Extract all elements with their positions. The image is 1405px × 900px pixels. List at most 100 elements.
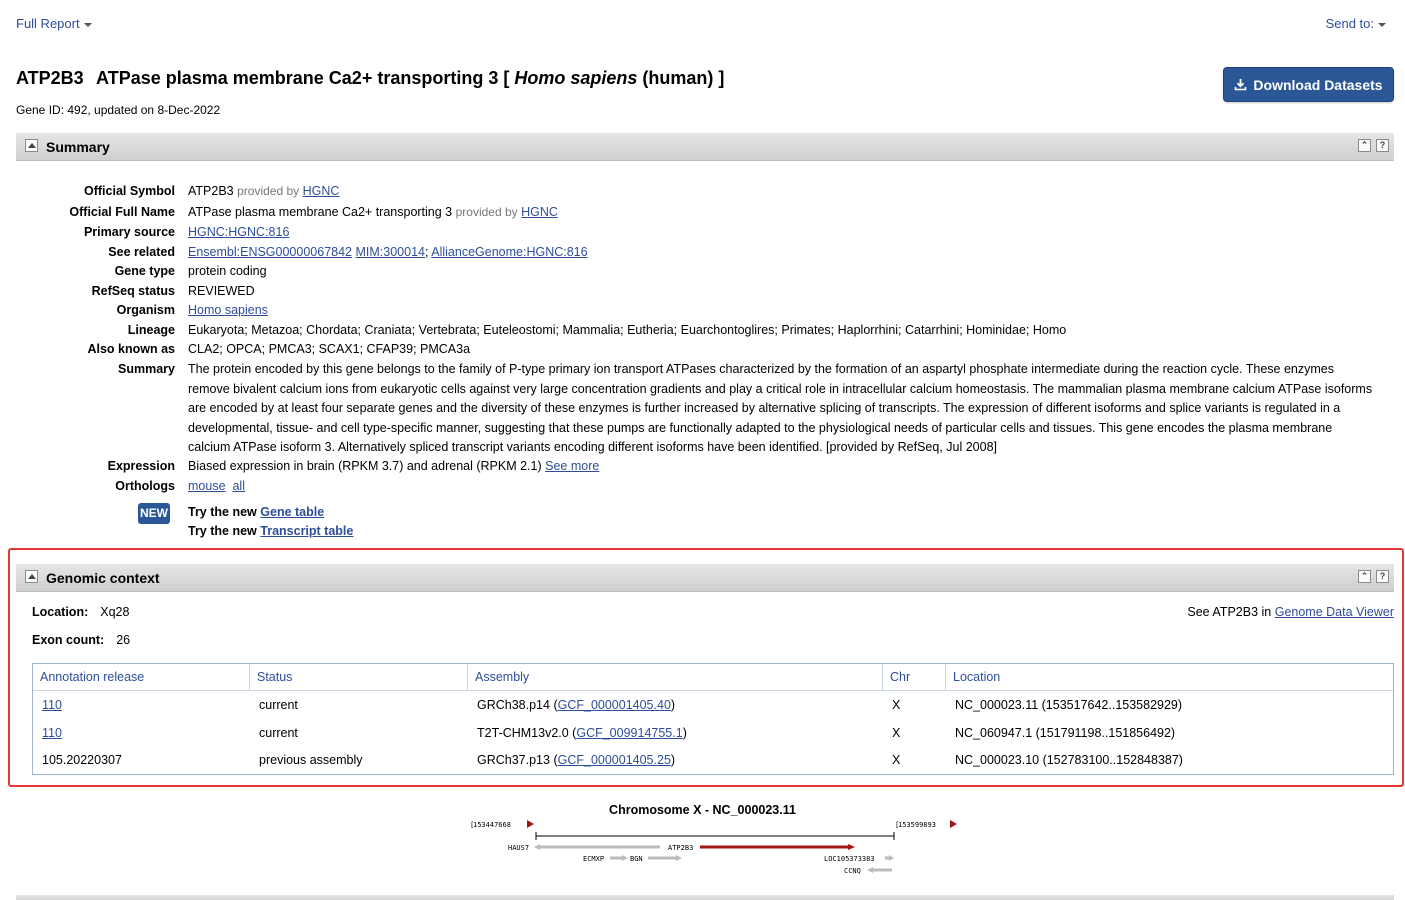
refseq-status-label: RefSeq status <box>91 284 175 298</box>
orthologs-value: mouse all <box>188 479 245 493</box>
header-annotation-release[interactable]: Annotation release <box>33 664 250 691</box>
genomic-context-section-header: Genomic context ⌃ ? <box>16 564 1394 592</box>
gene-arrow-ccnq <box>867 867 873 873</box>
assembly-accession-link[interactable]: GCF_000001405.40 <box>558 698 671 712</box>
exon-count-line: Exon count: 26 <box>32 633 130 647</box>
header-assembly[interactable]: Assembly <box>468 664 883 691</box>
location-cell: NC_000023.10 (152783100..152848387) <box>955 753 1183 767</box>
summary-label: Summary <box>118 362 175 376</box>
official-full-name-label: Official Full Name <box>69 205 175 219</box>
aka-value: CLA2; OPCA; PMCA3; SCAX1; CFAP39; PMCA3a <box>188 342 471 356</box>
see-more-link[interactable]: See more <box>545 459 599 473</box>
assembly-cell: T2T-CHM13v2.0 (GCF_009914755.1) <box>477 726 687 740</box>
collapse-toggle-icon[interactable] <box>25 139 38 152</box>
genome-data-viewer-line: See ATP2B3 in Genome Data Viewer <box>1187 605 1394 619</box>
transcript-table-link[interactable]: Transcript table <box>260 524 353 538</box>
see-related-label: See related <box>108 245 175 259</box>
new-badge: NEW <box>138 503 170 524</box>
provided-by-text: provided by <box>237 184 300 198</box>
chr-cell: X <box>892 753 901 767</box>
page-title: ATP2B3 ATPase plasma membrane Ca2+ trans… <box>16 68 724 89</box>
exon-count-value: 26 <box>116 633 131 647</box>
summary-section-header: Summary ⌃ ? <box>16 133 1394 161</box>
header-chr[interactable]: Chr <box>883 664 946 691</box>
left-arrow-icon[interactable] <box>527 820 534 828</box>
gene-label-bgn: BGN <box>630 855 643 863</box>
summary-text: The protein encoded by this gene belongs… <box>188 362 1373 454</box>
right-coordinate: 153599893 <box>898 821 936 829</box>
primary-source-link[interactable]: HGNC:HGNC:816 <box>188 225 289 239</box>
left-bracket: [ <box>470 821 474 829</box>
download-label: Download Datasets <box>1253 76 1383 93</box>
alliance-genome-link[interactable]: AllianceGenome:HGNC:816 <box>431 245 587 259</box>
gene-type-value: protein coding <box>188 264 267 278</box>
gene-label-loc105373383: LOC105373383 <box>824 855 875 863</box>
assembly-cell: GRCh38.p14 (GCF_000001405.40) <box>477 698 676 712</box>
orthologs-mouse-link[interactable]: mouse <box>188 479 226 493</box>
lineage-value: Eukaryota; Metazoa; Chordata; Craniata; … <box>188 323 1067 337</box>
assembly-accession-link[interactable]: GCF_000001405.25 <box>558 753 671 767</box>
lineage-label: Lineage <box>127 323 175 337</box>
scroll-top-icon[interactable]: ⌃ <box>1358 570 1371 583</box>
provided-by-text: provided by <box>455 205 518 219</box>
status-cell: current <box>259 698 298 712</box>
help-icon[interactable]: ? <box>1376 139 1389 152</box>
table-row: 110 current GRCh38.p14 (GCF_000001405.40… <box>33 692 1393 719</box>
refseq-status-value: REVIEWED <box>188 284 255 298</box>
section-title: Genomic context <box>46 570 160 586</box>
assembly-accession-link[interactable]: GCF_009914755.1 <box>576 726 682 740</box>
ensembl-link[interactable]: Ensembl:ENSG00000067842 <box>188 245 352 259</box>
scroll-top-icon[interactable]: ⌃ <box>1358 139 1371 152</box>
table-row: 110 current T2T-CHM13v2.0 (GCF_009914755… <box>33 720 1393 747</box>
download-icon <box>1235 79 1247 91</box>
right-arrow-icon[interactable] <box>950 820 957 828</box>
left-coordinate: 153447668 <box>473 821 511 829</box>
gene-arrow-haus7 <box>534 844 540 850</box>
full-report-menu[interactable]: Full Report <box>16 16 92 31</box>
official-full-name: ATPase plasma membrane Ca2+ transporting… <box>188 205 453 219</box>
header-status[interactable]: Status <box>250 664 468 691</box>
send-to-menu[interactable]: Send to: <box>1326 16 1386 31</box>
orthologs-label: Orthologs <box>115 479 175 493</box>
organism-link[interactable]: Homo sapiens <box>188 303 268 317</box>
official-symbol: ATP2B3 <box>188 184 234 198</box>
expression-value: Biased expression in brain (RPKM 3.7) an… <box>188 459 599 473</box>
gene-table-link[interactable]: Gene table <box>260 505 324 519</box>
orthologs-all-link[interactable]: all <box>232 479 245 493</box>
gene-organism: Homo sapiens <box>514 68 638 88</box>
expression-text: Biased expression in brain (RPKM 3.7) an… <box>188 459 542 473</box>
primary-source-value: HGNC:HGNC:816 <box>188 225 289 239</box>
release-cell: 110 <box>33 692 62 719</box>
hgnc-link[interactable]: HGNC <box>303 184 340 198</box>
release-cell: 110 <box>33 720 62 747</box>
header-location[interactable]: Location <box>946 664 1393 691</box>
gene-type-label: Gene type <box>114 264 175 278</box>
annotation-table: Annotation release Status Assembly Chr L… <box>32 663 1394 775</box>
chevron-down-icon <box>83 22 92 27</box>
expression-label: Expression <box>107 459 175 473</box>
status-cell: current <box>259 726 298 740</box>
mim-link[interactable]: MIM:300014 <box>356 245 425 259</box>
release-link[interactable]: 110 <box>42 726 62 740</box>
chromosome-map[interactable]: 153447668 [ 153599893 [ HAUS7 ATP2B3 ECM… <box>470 815 960 881</box>
top-bar: Full Report Send to: <box>0 0 1405 40</box>
see-related-value: Ensembl:ENSG00000067842 MIM:300014; Alli… <box>188 245 588 259</box>
location-label: Location: <box>32 605 89 619</box>
location-value: Xq28 <box>100 605 130 619</box>
gene-label-ccnq: CCNQ <box>844 867 861 875</box>
release-link[interactable]: 110 <box>42 698 62 712</box>
collapse-toggle-icon[interactable] <box>25 570 38 583</box>
download-datasets-button[interactable]: Download Datasets <box>1223 67 1394 102</box>
gene-label-haus7: HAUS7 <box>508 844 529 852</box>
next-section-header <box>16 895 1394 900</box>
gene-label-atp2b3: ATP2B3 <box>668 844 693 852</box>
genome-data-viewer-link[interactable]: Genome Data Viewer <box>1275 605 1394 619</box>
gene-symbol: ATP2B3 <box>16 68 84 88</box>
right-bracket: [ <box>895 821 899 829</box>
aka-label: Also known as <box>87 342 175 356</box>
try-transcript-table: Try the new Transcript table <box>188 524 354 538</box>
chr-cell: X <box>892 726 901 740</box>
help-icon[interactable]: ? <box>1376 570 1389 583</box>
hgnc-link[interactable]: HGNC <box>521 205 558 219</box>
gene-arrow-atp2b3 <box>848 844 855 850</box>
